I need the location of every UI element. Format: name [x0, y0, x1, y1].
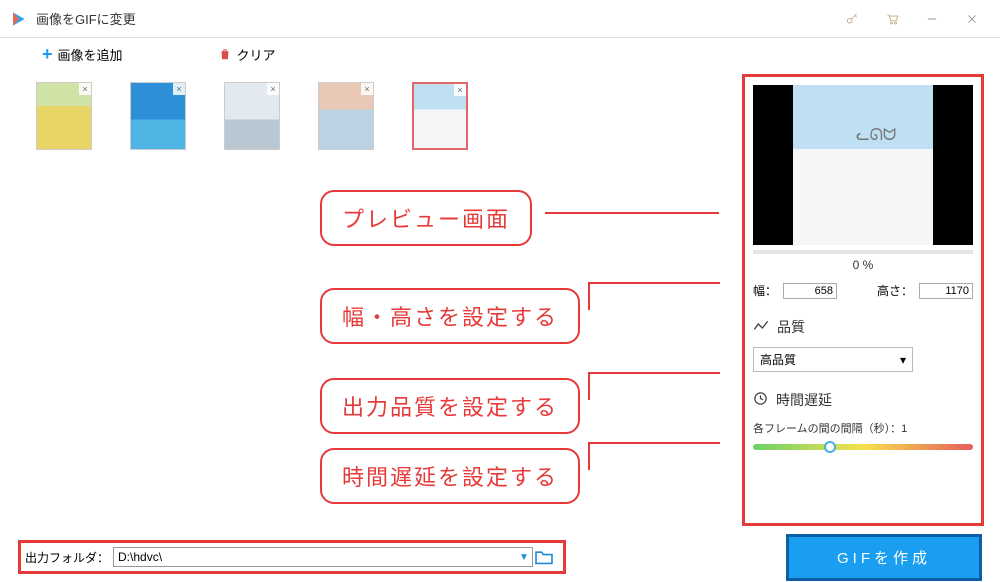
thumbnail-selected[interactable]: × — [412, 82, 468, 150]
clear-button[interactable]: クリア — [218, 45, 276, 64]
browse-folder-button[interactable] — [533, 548, 555, 566]
thumbnail-area: × × × × × プレビュー画面 幅・高さを設定する 出力品質を設定する 時間… — [0, 70, 738, 532]
delay-slider[interactable] — [753, 444, 973, 450]
thumbnail[interactable]: × — [224, 82, 280, 150]
preview-image — [793, 85, 934, 245]
window-title: 画像をGIFに変更 — [36, 9, 136, 28]
thumbnail[interactable]: × — [318, 82, 374, 150]
thumbnail-remove-button[interactable]: × — [267, 83, 279, 95]
output-folder-label: 出力フォルダ： — [25, 549, 109, 566]
clear-label: クリア — [237, 45, 276, 64]
thumbnail-remove-button[interactable]: × — [361, 83, 373, 95]
clock-icon — [753, 391, 768, 409]
trash-icon — [218, 47, 232, 61]
annotation-connector — [545, 212, 719, 214]
slider-handle[interactable] — [824, 441, 836, 453]
thumbnail-remove-button[interactable]: × — [173, 83, 185, 95]
annotation-connector — [588, 372, 590, 400]
annotation-connector — [590, 282, 720, 284]
add-image-label: 画像を追加 — [58, 45, 123, 64]
annotation-delay: 時間遅延を設定する — [320, 448, 580, 504]
height-label: 高さ： — [877, 282, 913, 299]
thumbnail-remove-button[interactable]: × — [454, 84, 466, 96]
annotation-quality: 出力品質を設定する — [320, 378, 580, 434]
delay-value: 1 — [901, 423, 907, 435]
annotation-dimensions: 幅・高さを設定する — [320, 288, 580, 344]
delay-section-title: 時間遅延 — [776, 390, 832, 410]
quality-icon — [753, 319, 769, 335]
height-input[interactable] — [919, 283, 973, 299]
width-label: 幅： — [753, 282, 777, 299]
annotation-connector — [590, 372, 720, 374]
footer: 出力フォルダ： ▼ GIFを作成 — [0, 532, 1000, 582]
delay-interval-label: 各フレームの間の間隔（秒）：1 — [753, 420, 973, 436]
output-folder-input[interactable] — [113, 547, 533, 567]
close-button[interactable] — [952, 0, 992, 38]
annotation-connector — [588, 282, 590, 310]
progress-text: 0 % — [753, 258, 973, 272]
quality-selected-value: 高品質 — [760, 351, 796, 368]
annotation-connector — [590, 442, 720, 444]
annotation-connector — [588, 442, 590, 470]
add-image-button[interactable]: + 画像を追加 — [42, 45, 123, 64]
settings-panel: 0 % 幅： 高さ： 品質 高品質 ▾ — [738, 70, 1000, 532]
key-icon[interactable] — [832, 0, 872, 38]
width-input[interactable] — [783, 283, 837, 299]
minimize-button[interactable] — [912, 0, 952, 38]
plus-icon: + — [42, 45, 53, 63]
title-bar: 画像をGIFに変更 — [0, 0, 1000, 38]
chevron-down-icon: ▾ — [900, 353, 906, 367]
progress-bar — [753, 250, 973, 254]
thumbnail[interactable]: × — [36, 82, 92, 150]
thumbnail-remove-button[interactable]: × — [79, 83, 91, 95]
create-gif-button[interactable]: GIFを作成 — [786, 534, 982, 581]
quality-section-title: 品質 — [777, 317, 805, 337]
cart-icon[interactable] — [872, 0, 912, 38]
app-logo-icon — [8, 9, 28, 29]
quality-select[interactable]: 高品質 ▾ — [753, 347, 913, 372]
toolbar: + 画像を追加 クリア — [0, 38, 1000, 70]
preview-pane — [753, 85, 973, 245]
annotation-preview: プレビュー画面 — [320, 190, 532, 246]
thumbnail[interactable]: × — [130, 82, 186, 150]
